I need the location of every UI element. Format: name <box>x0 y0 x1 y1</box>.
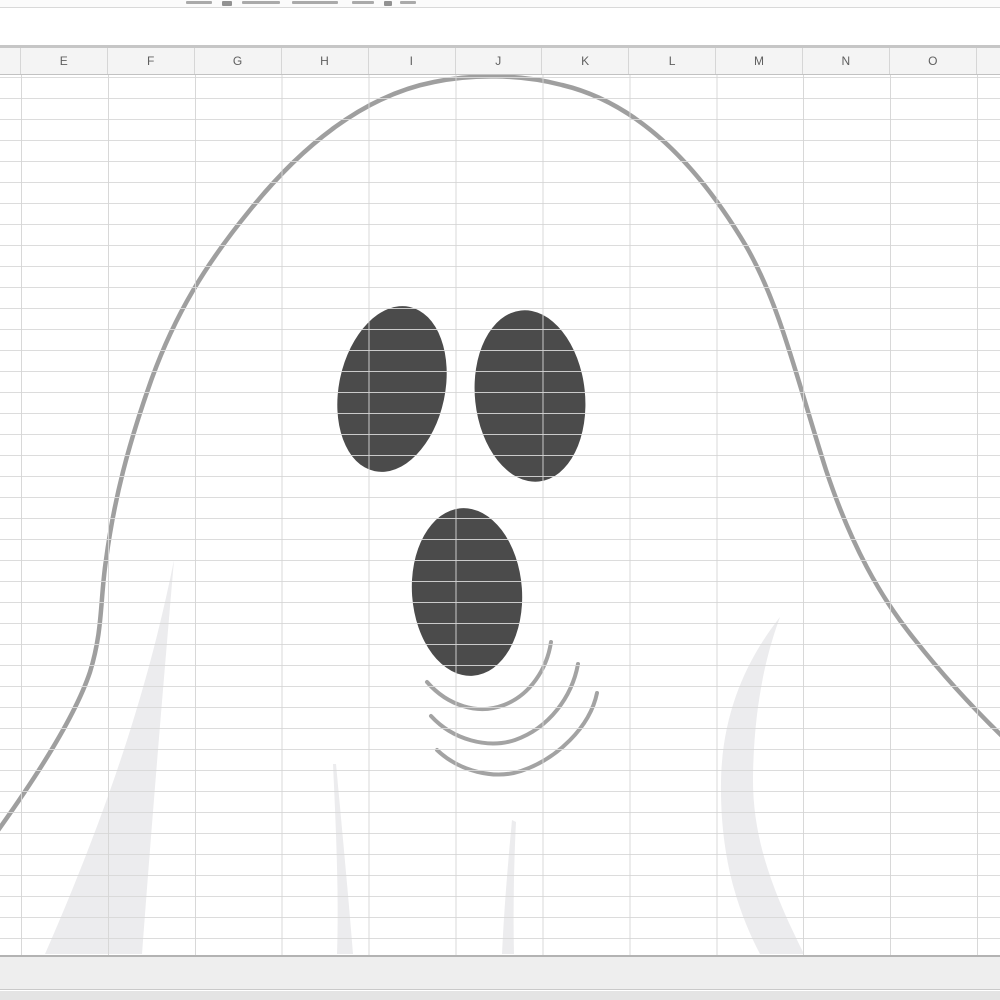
column-letter: G <box>232 54 243 68</box>
column-letter: O <box>928 54 938 68</box>
column-header-N[interactable]: N <box>803 48 891 74</box>
column-letter: K <box>581 54 590 68</box>
column-header-partial-right[interactable] <box>977 48 1000 74</box>
ribbon-text-fragment <box>222 1 232 6</box>
ribbon-text-fragment <box>384 1 392 6</box>
column-header-O[interactable]: O <box>890 48 977 74</box>
ribbon-text-fragment <box>400 1 416 4</box>
column-header-partial-left[interactable] <box>0 48 21 74</box>
column-letter: I <box>409 54 414 68</box>
column-header-G[interactable]: G <box>195 48 282 74</box>
horizontal-scrollbar-area[interactable] <box>0 957 1000 990</box>
column-letter: H <box>320 54 330 68</box>
column-letter: L <box>668 54 676 68</box>
ribbon-text-fragment <box>352 1 374 4</box>
column-header-F[interactable]: F <box>108 48 195 74</box>
column-letter: J <box>495 54 502 68</box>
ribbon-remnant <box>0 0 1000 8</box>
column-letter: N <box>841 54 851 68</box>
column-header-L[interactable]: L <box>629 48 717 74</box>
status-bar <box>0 991 1000 1000</box>
column-header-E[interactable]: E <box>21 48 108 74</box>
column-header-H[interactable]: H <box>282 48 369 74</box>
column-header-M[interactable]: M <box>716 48 804 74</box>
spreadsheet-canvas: E F G H I J K L M N O <box>0 0 1000 1000</box>
column-header-K[interactable]: K <box>542 48 630 74</box>
column-letter: F <box>146 54 155 68</box>
column-header-J[interactable]: J <box>456 48 543 74</box>
ribbon-text-fragment <box>186 1 212 4</box>
column-header-I[interactable]: I <box>369 48 456 74</box>
column-letter: E <box>59 54 69 68</box>
column-header-row: E F G H I J K L M N O <box>0 48 1000 75</box>
column-letter: M <box>753 54 765 68</box>
ribbon-text-fragment <box>242 1 280 4</box>
ribbon-text-fragment <box>292 1 338 4</box>
sheet-gridlines[interactable] <box>0 75 1000 955</box>
